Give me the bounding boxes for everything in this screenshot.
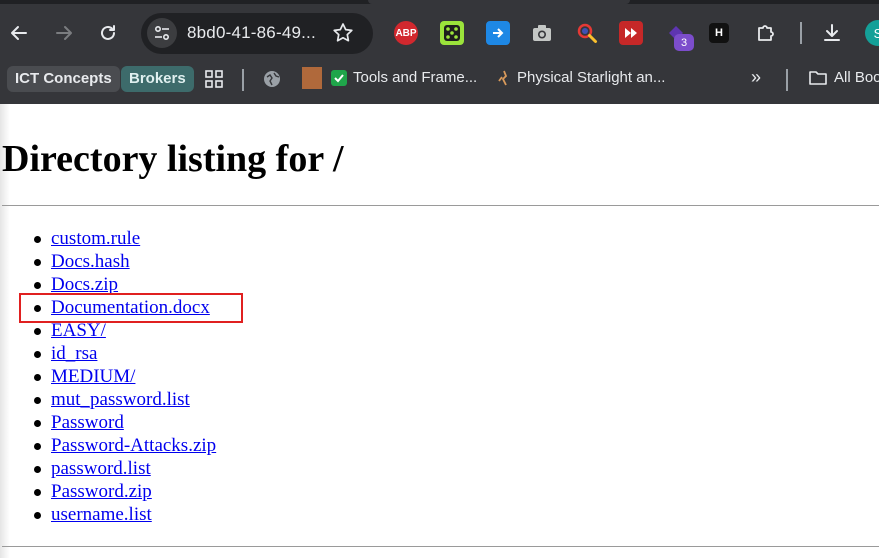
list-item: id_rsa — [33, 342, 216, 365]
folder-link[interactable]: EASY/ — [51, 320, 106, 341]
page-content: Directory listing for / custom.rule Docs… — [0, 104, 879, 558]
folder-link[interactable]: MEDIUM/ — [51, 366, 135, 387]
bookmarks-bar: ICT Concepts Brokers Tools and Frame... … — [0, 66, 879, 104]
bookmarks-overflow-button[interactable]: » — [751, 64, 761, 90]
reload-icon — [101, 25, 115, 40]
tune-icon — [154, 25, 170, 41]
bookmarks-divider-2 — [786, 69, 788, 91]
list-item: Docs.hash — [33, 250, 216, 273]
browser-toolbar: 8bd0-41-86-49... ABP 3 H S — [0, 0, 879, 66]
dice-icon[interactable] — [440, 21, 464, 45]
star-icon — [333, 23, 353, 42]
file-link[interactable]: custom.rule — [51, 228, 140, 249]
download-icon — [824, 24, 840, 41]
file-list: custom.rule Docs.hash Docs.zip Documenta… — [0, 227, 216, 526]
file-link[interactable]: password.list — [51, 458, 151, 479]
dice-glyph-icon — [444, 25, 460, 41]
bookmark-star-button[interactable] — [331, 21, 355, 45]
abp-icon[interactable]: ABP — [394, 21, 418, 45]
folder-icon — [809, 71, 827, 85]
camera-icon[interactable] — [530, 21, 554, 45]
arrow-glyph-icon — [493, 28, 504, 38]
file-link[interactable]: id_rsa — [51, 343, 97, 364]
arrow-left-icon — [11, 26, 27, 40]
file-link[interactable]: Docs.hash — [51, 251, 130, 272]
list-item: password.list — [33, 457, 216, 480]
checkbox-favicon-icon — [331, 70, 347, 86]
site-info-button[interactable] — [147, 18, 177, 48]
bookmark-label: Physical Starlight an... — [517, 69, 666, 86]
highlight-annotation-box — [19, 293, 243, 323]
list-item: custom.rule — [33, 227, 216, 250]
all-bookmarks-label: All Boo — [834, 69, 879, 86]
bookmark-label: Tools and Frame... — [353, 69, 478, 86]
magnifier-icon[interactable] — [575, 21, 599, 45]
bookmark-folder-ict-concepts[interactable]: ICT Concepts — [7, 66, 120, 92]
list-item: Password.zip — [33, 480, 216, 503]
camera-glyph-icon — [533, 25, 551, 41]
extensions-puzzle-button[interactable] — [754, 21, 778, 45]
file-link[interactable]: Password-Attacks.zip — [51, 435, 216, 456]
list-item: mut_password.list — [33, 388, 216, 411]
toolbar-divider — [800, 22, 802, 44]
file-link[interactable]: username.list — [51, 504, 152, 525]
tab-strip — [0, 0, 879, 4]
figure-favicon-icon — [497, 70, 511, 86]
back-button[interactable] — [4, 18, 34, 48]
list-item: Password — [33, 411, 216, 434]
list-item: username.list — [33, 503, 216, 526]
bottom-divider — [2, 546, 879, 547]
rewind-glyph-icon — [625, 28, 637, 38]
list-item: Password-Attacks.zip — [33, 434, 216, 457]
bookmark-favicon-icon — [302, 67, 322, 89]
h-icon[interactable]: H — [709, 23, 729, 43]
arrow-square-icon[interactable] — [486, 21, 510, 45]
puzzle-icon — [758, 25, 774, 41]
bookmark-tools-and-frameworks[interactable]: Tools and Frame... — [331, 65, 477, 91]
magnifier-glyph-icon — [577, 23, 597, 43]
bookmark-physical-starlight[interactable]: Physical Starlight an... — [497, 65, 665, 91]
download-button[interactable] — [820, 21, 844, 45]
arrow-right-icon — [56, 26, 72, 40]
rewind-icon[interactable] — [619, 21, 643, 45]
bookmarks-divider — [242, 69, 244, 91]
forward-button[interactable] — [49, 18, 79, 48]
address-bar[interactable]: 8bd0-41-86-49... — [141, 13, 373, 54]
file-link[interactable]: Password.zip — [51, 481, 152, 502]
file-link[interactable]: Docs.zip — [51, 274, 118, 295]
file-link[interactable]: mut_password.list — [51, 389, 190, 410]
all-bookmarks-button[interactable]: All Boo — [808, 65, 879, 91]
top-divider — [2, 205, 879, 206]
globe-icon[interactable] — [262, 69, 282, 89]
reload-button[interactable] — [93, 18, 123, 48]
url-text[interactable]: 8bd0-41-86-49... — [187, 23, 316, 43]
page-title: Directory listing for / — [2, 138, 344, 180]
apps-grid-icon[interactable] — [204, 69, 224, 89]
file-link[interactable]: Password — [51, 412, 124, 433]
bookmark-folder-brokers[interactable]: Brokers — [121, 66, 194, 92]
list-item: MEDIUM/ — [33, 365, 216, 388]
extension-count-badge: 3 — [674, 34, 694, 51]
profile-avatar[interactable]: S — [865, 20, 879, 46]
